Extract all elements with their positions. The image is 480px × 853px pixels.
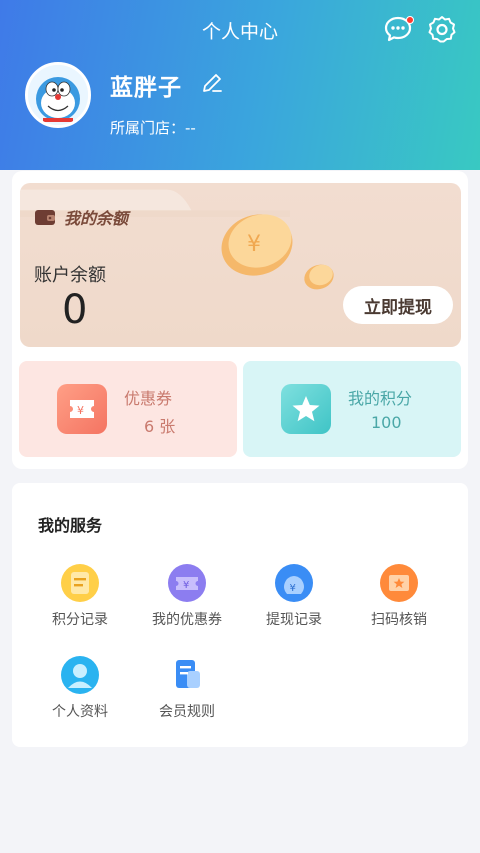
withdraw-button[interactable]: 立即提现 [343,286,453,324]
svg-text:¥: ¥ [77,404,84,417]
edit-pencil-icon[interactable] [200,71,224,95]
service-label: 积分记录 [52,612,108,628]
coupon-summary[interactable]: ¥ 优惠券 6 张 [19,361,237,457]
service-my-coupons[interactable]: ¥ 我的优惠券 [137,563,237,629]
user-name: 蓝胖子 [110,75,182,101]
points-summary[interactable]: 我的积分 100 [243,361,461,457]
service-label: 扫码核销 [371,612,427,628]
coupon-label: 优惠券 [124,389,173,408]
balance-title-row: 我的余额 [34,205,128,229]
coupon-icon: ¥ [167,563,207,603]
store-label: 所属门店：-- [110,119,196,137]
services-panel: 我的服务 积分记录 ¥ 我的优惠券 ¥ 提现记录 扫码核销 个人资料 会员规则 [12,483,468,747]
scan-verify-icon [379,563,419,603]
notification-dot [406,16,414,24]
points-label: 我的积分 [348,389,413,408]
points-value: 100 [371,413,402,432]
service-points-record[interactable]: 积分记录 [30,563,130,629]
coins-illustration-icon: ¥ [221,214,334,290]
ticket-icon: ¥ [57,384,107,434]
withdraw-record-icon: ¥ [274,563,314,603]
svg-text:¥: ¥ [183,580,189,591]
service-label: 我的优惠券 [152,612,222,628]
member-rules-icon [167,655,207,695]
profile-icon [60,655,100,695]
service-label: 提现记录 [266,612,322,628]
service-member-rules[interactable]: 会员规则 [137,655,237,721]
star-icon [281,384,331,434]
balance-card[interactable]: 我的余额 ¥ 账户余额 0 立即提现 [20,183,461,347]
service-label: 个人资料 [52,704,108,720]
service-scan-verify[interactable]: 扫码核销 [349,563,449,629]
services-title: 我的服务 [38,516,103,535]
avatar[interactable] [25,62,91,128]
balance-amount: 0 [62,287,88,333]
profile-header: 个人中心 蓝胖子 所属门店：-- [0,0,480,170]
balance-title: 我的余额 [64,209,129,228]
svg-text:¥: ¥ [290,583,296,594]
svg-text:¥: ¥ [247,232,261,257]
coupon-count: 6 张 [144,417,176,436]
service-profile[interactable]: 个人资料 [30,655,130,721]
points-record-icon [60,563,100,603]
service-withdraw-record[interactable]: ¥ 提现记录 [244,563,344,629]
wallet-icon [35,210,55,225]
gear-icon[interactable] [427,14,457,44]
chat-bubble-icon[interactable] [383,14,414,44]
service-label: 会员规则 [159,704,215,720]
balance-label: 账户余额 [34,265,106,286]
